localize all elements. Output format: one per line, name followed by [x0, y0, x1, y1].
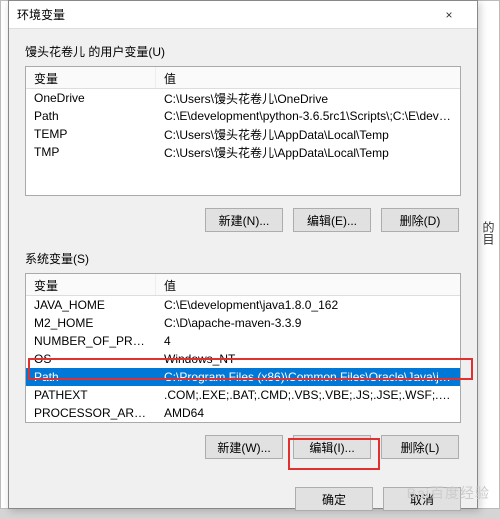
user-vars-label: 馒头花卷儿 的用户变量(U) — [25, 43, 461, 60]
cell-value: C:\Users\馒头花卷儿\OneDrive — [156, 89, 460, 108]
cell-name: JAVA_HOME — [26, 297, 156, 313]
cell-value: 4 — [156, 333, 460, 349]
cell-name: Path — [26, 108, 156, 124]
cell-value: C:\E\development\python-3.6.5rc1\Scripts… — [156, 108, 460, 124]
system-vars-list[interactable]: 变量 值 JAVA_HOMEC:\E\development\java1.8.0… — [25, 273, 461, 423]
close-icon: × — [445, 8, 452, 22]
environment-variables-dialog: 环境变量 × 馒头花卷儿 的用户变量(U) 变量 值 OneDriveC:\Us… — [8, 0, 478, 509]
table-row[interactable]: PROCESSOR_ARCHITECTAMD64 — [26, 404, 460, 422]
dialog-content: 馒头花卷儿 的用户变量(U) 变量 值 OneDriveC:\Users\馒头花… — [9, 29, 477, 479]
system-vars-label: 系统变量(S) — [25, 250, 461, 267]
table-row[interactable]: M2_HOMEC:\D\apache-maven-3.3.9 — [26, 314, 460, 332]
user-vars-list[interactable]: 变量 值 OneDriveC:\Users\馒头花卷儿\OneDrivePath… — [25, 66, 461, 196]
table-row[interactable]: NUMBER_OF_PROCESSORS4 — [26, 332, 460, 350]
column-header-value[interactable]: 值 — [156, 274, 460, 295]
system-vars-header: 变量 值 — [26, 274, 460, 296]
cell-value: C:\D\apache-maven-3.3.9 — [156, 315, 460, 331]
column-header-value[interactable]: 值 — [156, 67, 460, 88]
system-new-button[interactable]: 新建(W)... — [205, 435, 283, 459]
cell-name: PATHEXT — [26, 387, 156, 403]
ok-button[interactable]: 确定 — [295, 487, 373, 511]
cell-name: Path — [26, 369, 156, 385]
user-vars-buttons: 新建(N)... 编辑(E)... 删除(D) — [25, 208, 459, 232]
user-vars-header: 变量 值 — [26, 67, 460, 89]
dialog-title: 环境变量 — [17, 6, 429, 23]
table-row[interactable]: OneDriveC:\Users\馒头花卷儿\OneDrive — [26, 89, 460, 107]
table-row[interactable]: PATHEXT.COM;.EXE;.BAT;.CMD;.VBS;.VBE;.JS… — [26, 386, 460, 404]
close-button[interactable]: × — [429, 1, 469, 29]
table-row[interactable]: OSWindows_NT — [26, 350, 460, 368]
cell-name: OneDrive — [26, 90, 156, 106]
column-header-name[interactable]: 变量 — [26, 274, 156, 295]
cell-value: C:\E\development\java1.8.0_162 — [156, 297, 460, 313]
cell-name: OS — [26, 351, 156, 367]
cell-name: M2_HOME — [26, 315, 156, 331]
system-vars-buttons: 新建(W)... 编辑(I)... 删除(L) — [25, 435, 459, 459]
cell-value: Windows_NT — [156, 351, 460, 367]
cell-value: C:\Users\馒头花卷儿\AppData\Local\Temp — [156, 125, 460, 144]
cell-name: NUMBER_OF_PROCESSORS — [26, 333, 156, 349]
column-header-name[interactable]: 变量 — [26, 67, 156, 88]
cell-value: C:\Users\馒头花卷儿\AppData\Local\Temp — [156, 143, 460, 162]
table-row[interactable]: TMPC:\Users\馒头花卷儿\AppData\Local\Temp — [26, 143, 460, 161]
user-new-button[interactable]: 新建(N)... — [205, 208, 283, 232]
titlebar: 环境变量 × — [9, 1, 477, 29]
table-row[interactable]: PathC:\E\development\python-3.6.5rc1\Scr… — [26, 107, 460, 125]
table-row[interactable]: PathC:\Program Files (x86)\Common Files\… — [26, 368, 460, 386]
system-edit-button[interactable]: 编辑(I)... — [293, 435, 371, 459]
cell-value: AMD64 — [156, 405, 460, 421]
cell-name: PROCESSOR_ARCHITECT — [26, 405, 156, 421]
user-edit-button[interactable]: 编辑(E)... — [293, 208, 371, 232]
system-vars-body: JAVA_HOMEC:\E\development\java1.8.0_162M… — [26, 296, 460, 422]
system-delete-button[interactable]: 删除(L) — [381, 435, 459, 459]
user-delete-button[interactable]: 删除(D) — [381, 208, 459, 232]
cell-name: TEMP — [26, 126, 156, 142]
cell-name: TMP — [26, 144, 156, 160]
cell-value: .COM;.EXE;.BAT;.CMD;.VBS;.VBE;.JS;.JSE;.… — [156, 387, 460, 403]
cell-value: C:\Program Files (x86)\Common Files\Orac… — [156, 369, 460, 385]
watermark: Bai百度经验 — [407, 483, 490, 503]
user-vars-body: OneDriveC:\Users\馒头花卷儿\OneDrivePathC:\E\… — [26, 89, 460, 161]
bg-text-fragment: 的目 — [480, 221, 497, 245]
table-row[interactable]: JAVA_HOMEC:\E\development\java1.8.0_162 — [26, 296, 460, 314]
table-row[interactable]: TEMPC:\Users\馒头花卷儿\AppData\Local\Temp — [26, 125, 460, 143]
